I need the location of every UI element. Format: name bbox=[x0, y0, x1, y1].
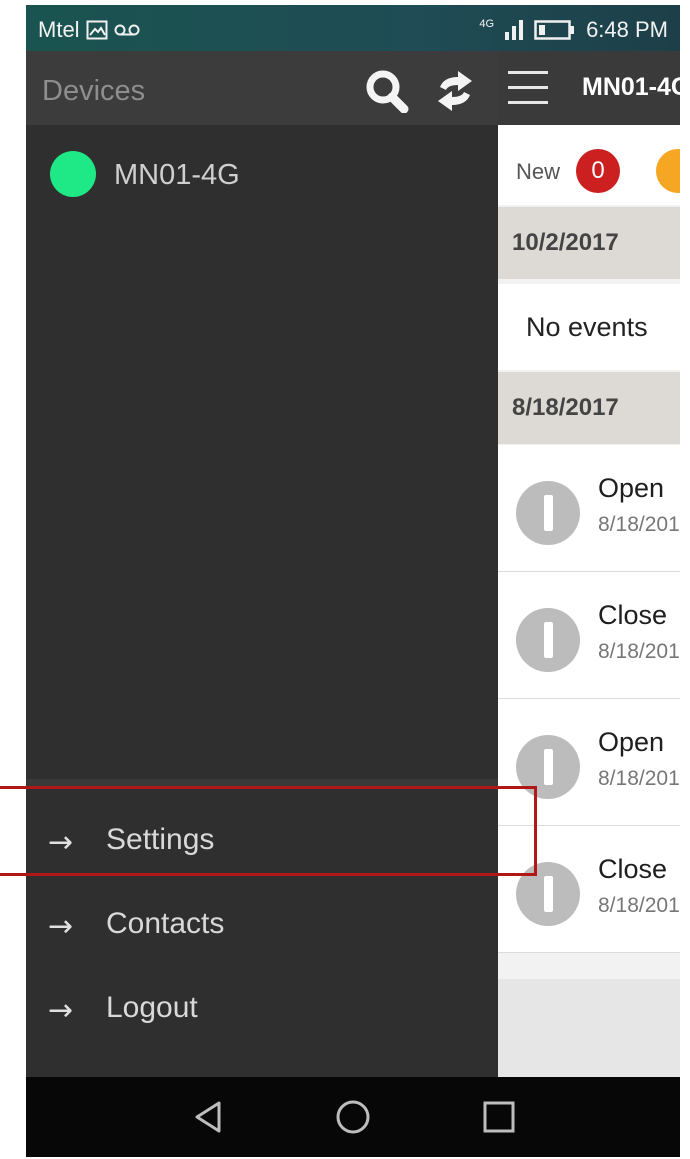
hamburger-menu-icon[interactable] bbox=[508, 71, 548, 105]
event-title: Open bbox=[598, 727, 665, 757]
online-status-icon bbox=[50, 151, 96, 197]
no-events-text: No events bbox=[526, 312, 648, 342]
event-row[interactable]: Close 8/18/2017 bbox=[498, 572, 680, 699]
recents-icon[interactable] bbox=[479, 1097, 519, 1137]
event-title: Close bbox=[598, 854, 668, 884]
event-date: 8/18/2017 bbox=[598, 640, 680, 663]
menu-item-logout[interactable]: → Logout bbox=[26, 971, 498, 1043]
status-time: 6:48 PM bbox=[586, 17, 668, 42]
system-nav-bar bbox=[26, 1077, 680, 1157]
filter-badge-orange[interactable] bbox=[656, 149, 680, 193]
event-date: 8/18/2017 bbox=[598, 767, 680, 790]
settings-highlight-box bbox=[0, 786, 537, 876]
event-date: 8/18/2017 bbox=[598, 894, 680, 917]
signal-icon bbox=[505, 20, 524, 40]
filter-row: New 0 bbox=[498, 125, 680, 205]
battery-icon bbox=[534, 20, 575, 40]
drawer-title: Devices bbox=[42, 75, 146, 107]
image-icon bbox=[86, 20, 108, 40]
device-name: MN01-4G bbox=[114, 159, 240, 191]
home-icon[interactable] bbox=[333, 1097, 373, 1137]
arrow-right-icon: → bbox=[48, 993, 74, 1028]
no-events-row: No events bbox=[498, 284, 680, 370]
voicemail-icon bbox=[114, 24, 140, 36]
phone-screen: Mtel 4G 6:48 PM MN01-4G New 0 10/2/2017 … bbox=[26, 5, 680, 1157]
event-date: 8/18/2017 bbox=[598, 513, 680, 536]
drawer-header: Devices bbox=[26, 51, 498, 125]
device-title: MN01-4G bbox=[582, 73, 680, 101]
event-info-icon bbox=[516, 608, 580, 672]
new-filter-label: New bbox=[516, 159, 561, 184]
arrow-right-icon: → bbox=[48, 909, 74, 944]
main-footer-area bbox=[498, 979, 680, 1077]
back-icon[interactable] bbox=[189, 1097, 229, 1137]
event-info-icon bbox=[516, 481, 580, 545]
menu-item-label: Contacts bbox=[106, 907, 225, 940]
status-bar: Mtel 4G 6:48 PM bbox=[26, 5, 680, 51]
device-list-item[interactable]: MN01-4G bbox=[26, 125, 498, 219]
date-label: 8/18/2017 bbox=[512, 394, 619, 421]
main-content: MN01-4G New 0 10/2/2017 No events 8/18/2… bbox=[498, 51, 680, 1077]
date-header: 10/2/2017 bbox=[498, 207, 680, 279]
search-icon[interactable] bbox=[364, 69, 412, 113]
network-type: 4G bbox=[479, 18, 495, 30]
new-count-badge[interactable]: 0 bbox=[576, 149, 620, 193]
event-row[interactable]: Open 8/18/2017 bbox=[498, 445, 680, 572]
date-label: 10/2/2017 bbox=[512, 229, 619, 256]
date-header: 8/18/2017 bbox=[498, 372, 680, 444]
carrier-name: Mtel bbox=[38, 17, 80, 42]
navigation-drawer: Devices MN01-4G → Settings → Contacts → bbox=[26, 51, 498, 1077]
event-title: Open bbox=[598, 473, 665, 503]
sync-icon[interactable] bbox=[432, 69, 478, 113]
menu-item-label: Logout bbox=[106, 991, 198, 1024]
main-toolbar: MN01-4G bbox=[498, 51, 680, 125]
event-title: Close bbox=[598, 600, 668, 630]
menu-item-contacts[interactable]: → Contacts bbox=[26, 887, 498, 959]
